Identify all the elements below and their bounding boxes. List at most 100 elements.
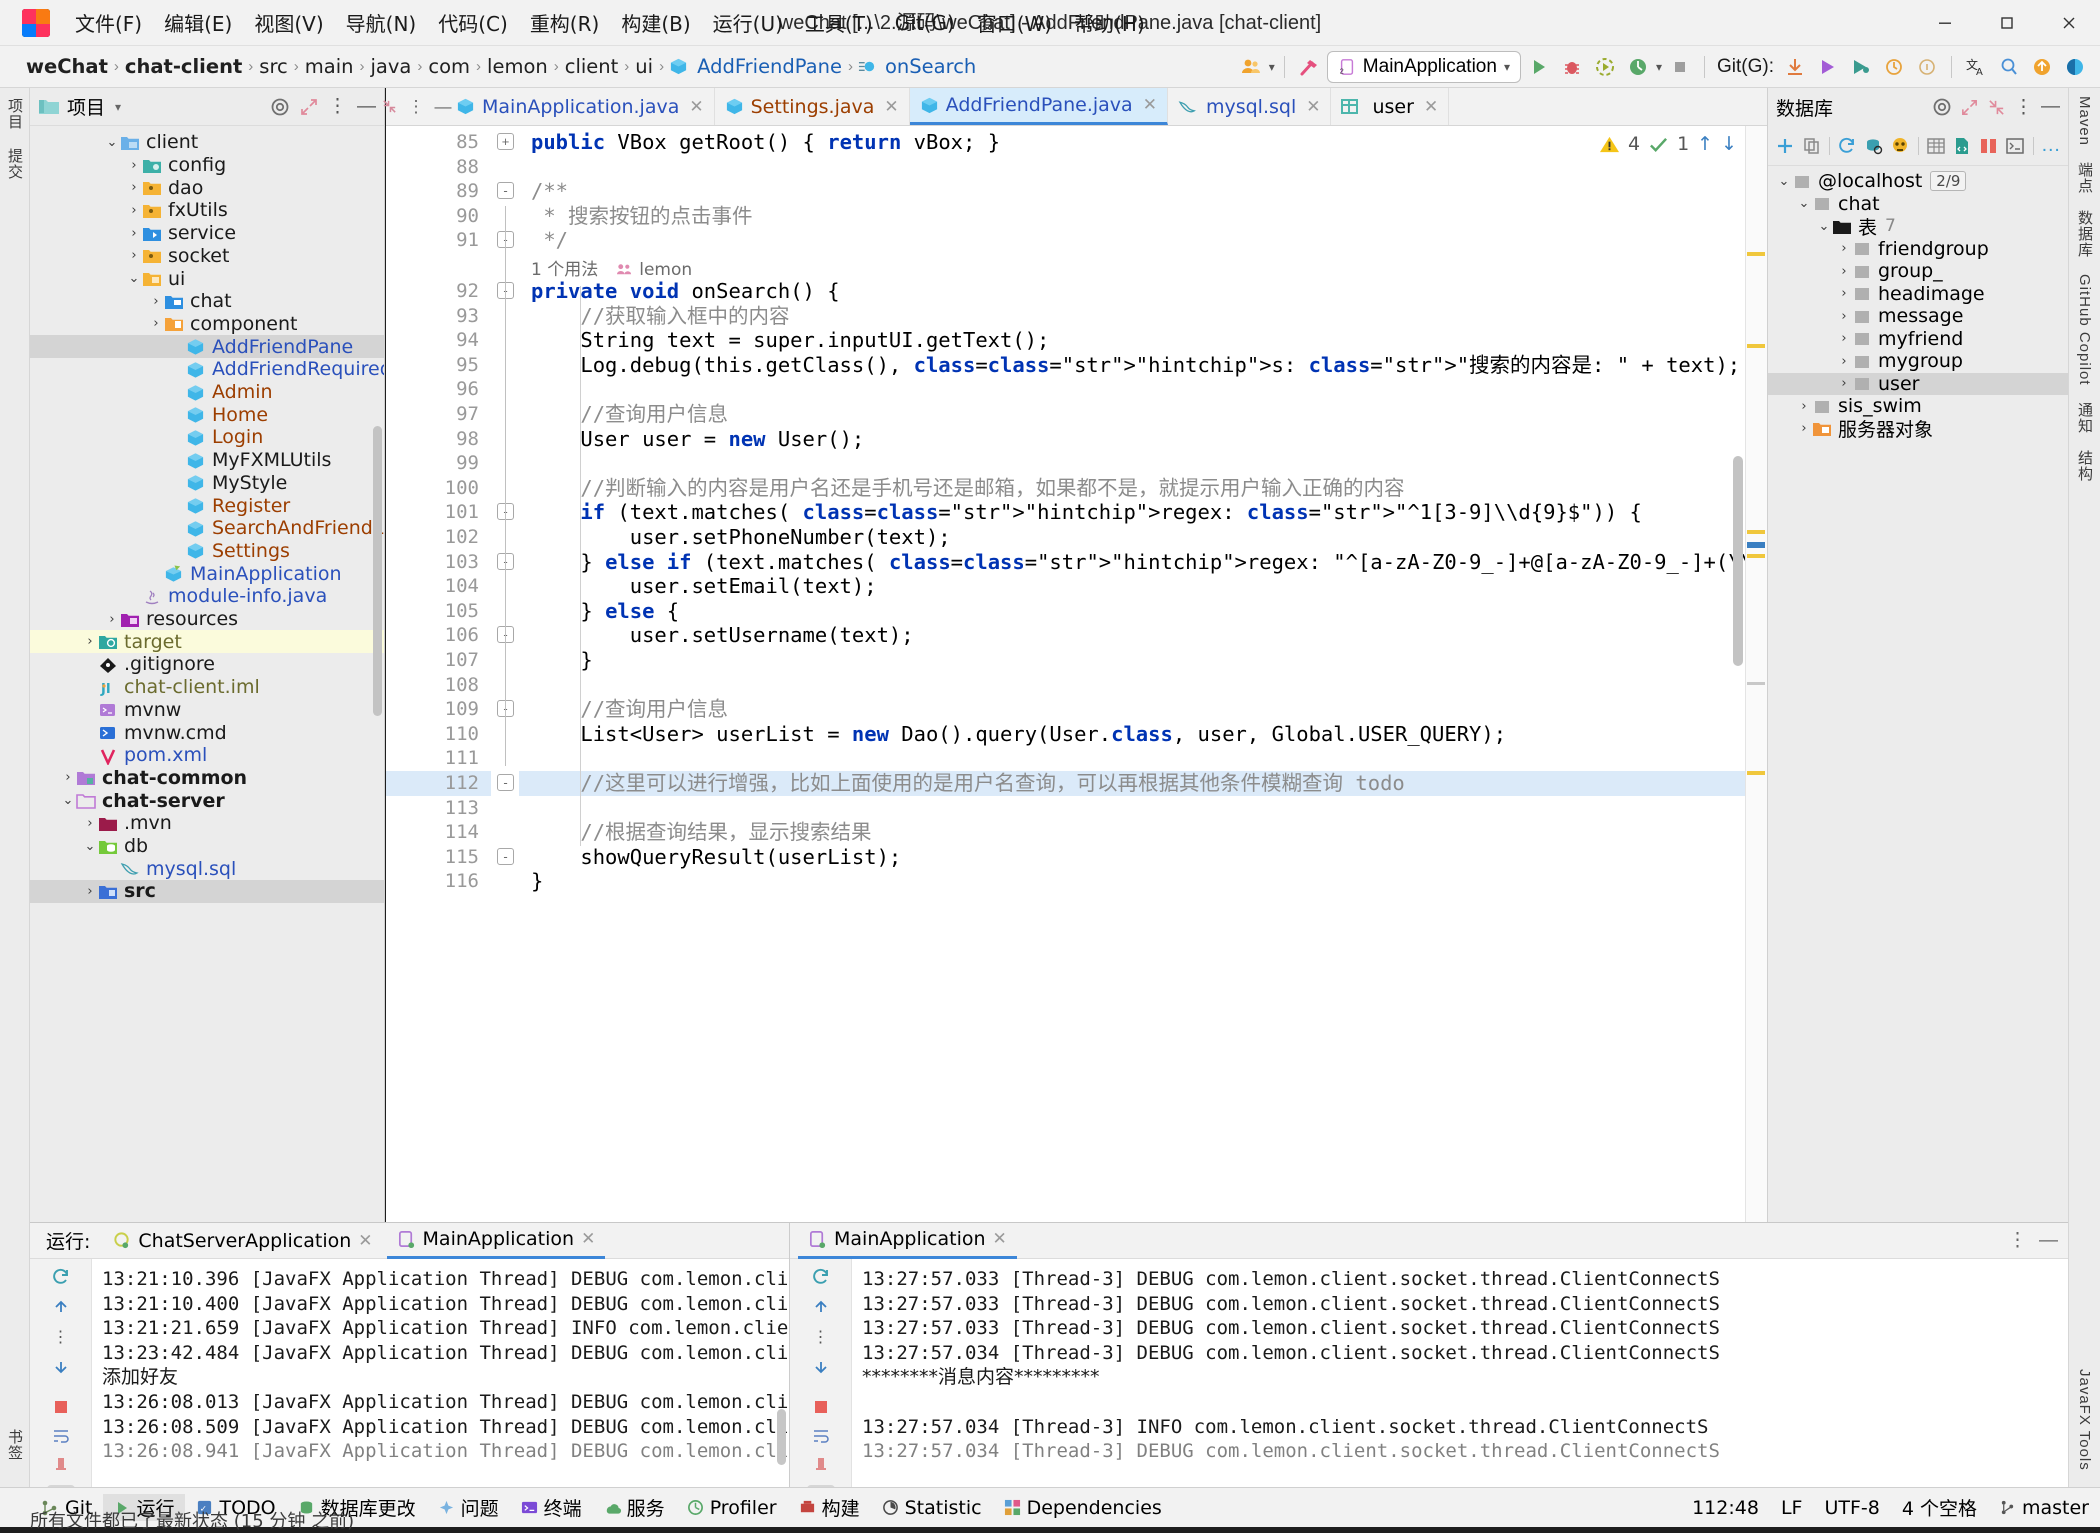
stop-icon[interactable]	[47, 1398, 75, 1416]
maximize-button[interactable]	[1976, 0, 2038, 46]
menu-file[interactable]: 文件(F)	[64, 4, 153, 41]
avatar-icon[interactable]	[1236, 52, 1266, 82]
code-line[interactable]: user.setEmail(text);	[531, 574, 877, 599]
tab-settings[interactable]: Settings.java ✕	[715, 88, 910, 125]
project-tree-item-ui[interactable]: ⌄ui	[30, 267, 384, 290]
breadcrumb-method[interactable]: onSearch	[881, 55, 980, 78]
code-line[interactable]: //判断输入的内容是用户名还是手机号还是邮箱，如果都不是，就提示用户输入正确的内…	[531, 476, 1405, 501]
close-icon[interactable]: ✕	[1143, 95, 1157, 115]
status-build[interactable]: 构建	[788, 1494, 871, 1521]
tab-addfriendpane[interactable]: AddFriendPane.java ✕	[910, 88, 1168, 125]
project-tree-item-socket[interactable]: ›socket	[30, 245, 384, 268]
project-tree-item-dao[interactable]: ›dao	[30, 176, 384, 199]
collapse-icon[interactable]	[1987, 98, 2006, 117]
diagram-icon[interactable]	[1978, 133, 2001, 159]
code-folding-column[interactable]: +---------	[491, 126, 519, 1262]
options-icon[interactable]: ⋮	[2014, 96, 2033, 119]
git-push-icon[interactable]	[1813, 52, 1843, 82]
status-statistic[interactable]: Statistic	[871, 1497, 993, 1519]
db-tree-item-myfriend[interactable]: ›myfriend	[1768, 328, 2068, 351]
prev-problem-icon[interactable]: ↑	[1697, 133, 1713, 155]
code-line[interactable]: String text = super.inputUI.getText();	[531, 328, 1049, 353]
project-tree-item-login[interactable]: Login	[30, 426, 384, 449]
expand-icon[interactable]	[299, 97, 319, 117]
code-line[interactable]: List<User> userList = new Dao().query(Us…	[531, 722, 1506, 747]
status-encoding[interactable]: UTF-8	[1813, 1497, 1890, 1519]
project-tree-item-config[interactable]: ›config	[30, 154, 384, 177]
close-icon[interactable]: ✕	[1306, 97, 1320, 117]
tab-mainapplication[interactable]: MainApplication.java ✕	[446, 88, 715, 125]
run-tab-mainapplication-2[interactable]: MainApplication ✕	[798, 1223, 1017, 1259]
ellipsis-icon[interactable]: ⋮	[47, 1327, 75, 1347]
main-toolbar[interactable]: ▾ 2 MainApplication ▾ ▾ Git(G):	[1236, 51, 2100, 83]
db-tree-item--[interactable]: ⌄表7	[1768, 215, 2068, 238]
menu-window[interactable]: 窗口(W)	[966, 4, 1063, 41]
menu-edit[interactable]: 编辑(E)	[153, 4, 243, 41]
rail-item-javafx-tools[interactable]: JavaFX Tools	[2076, 1369, 2093, 1471]
rail-item-endpoints[interactable]: 端点	[2074, 162, 2095, 194]
close-icon[interactable]: ✕	[1424, 97, 1438, 117]
run-action-rail-left[interactable]: ⋮	[30, 1259, 92, 1487]
code-line[interactable]: */	[531, 228, 568, 253]
project-tree-item-pom-xml[interactable]: pom.xml	[30, 744, 384, 767]
chevron-right-icon[interactable]: ›	[126, 180, 142, 195]
rail-item-notifications[interactable]: 通知	[2074, 402, 2095, 434]
expand-icon[interactable]	[1960, 98, 1979, 117]
db-tree-item-mygroup[interactable]: ›mygroup	[1768, 350, 2068, 373]
project-tree-item-addfriendrequireddialo[interactable]: AddFriendRequiredDialo	[30, 358, 384, 381]
db-tree-item-message[interactable]: ›message	[1768, 305, 2068, 328]
project-tree-item-admin[interactable]: Admin	[30, 381, 384, 404]
console-output-left[interactable]: 13:21:10.396 [JavaFX Application Thread]…	[92, 1259, 789, 1487]
git-history-icon[interactable]	[1879, 52, 1909, 82]
project-tree-item-chat-common[interactable]: ›chat-common	[30, 767, 384, 790]
status-position[interactable]: 112:48	[1681, 1497, 1770, 1519]
run-tab-chatserverapplication[interactable]: ChatServerApplication ✕	[102, 1223, 382, 1259]
project-tree-item-module-info-java[interactable]: module-info.java	[30, 585, 384, 608]
chevron-right-icon[interactable]: ›	[1836, 376, 1852, 391]
editor-marker-strip[interactable]	[1745, 126, 1767, 1262]
wrap-text-icon[interactable]	[47, 1427, 75, 1445]
chevron-down-icon[interactable]: ⌄	[1776, 174, 1792, 189]
code-line[interactable]: //根据查询结果，显示搜索结果	[531, 820, 872, 845]
rail-item-structure[interactable]: 结构	[2074, 450, 2095, 482]
up-icon[interactable]	[807, 1298, 835, 1316]
rail-item-commit[interactable]: 提交	[4, 148, 25, 180]
project-tree-item-chat[interactable]: ›chat	[30, 290, 384, 313]
code-text-area[interactable]: public VBox getRoot() { return vBox; }/*…	[519, 126, 1767, 1262]
code-line[interactable]: if (text.matches( class=class="str">"hin…	[531, 500, 1642, 525]
db-tree-item--localhost[interactable]: ⌄@localhost2/9	[1768, 170, 2068, 193]
chevron-right-icon[interactable]: ›	[1836, 241, 1852, 256]
project-tree-item-register[interactable]: Register	[30, 494, 384, 517]
breadcrumb-com[interactable]: com	[424, 55, 474, 78]
status-terminal[interactable]: 终端	[510, 1494, 593, 1521]
chevron-right-icon[interactable]: ›	[126, 203, 142, 218]
thread-dump-icon[interactable]	[47, 1456, 75, 1474]
run-with-coverage-icon[interactable]	[1590, 52, 1620, 82]
code-line[interactable]: /**	[531, 179, 568, 204]
project-tree-item-mysql-sql[interactable]: mysql.sql	[30, 857, 384, 880]
close-icon[interactable]: ✕	[358, 1231, 372, 1251]
project-tree-item-mainapplication[interactable]: MainApplication	[30, 562, 384, 585]
console-output-right[interactable]: 13:27:57.033 [Thread-3] DEBUG com.lemon.…	[852, 1259, 2068, 1487]
project-tree-item-db[interactable]: ⌄db	[30, 835, 384, 858]
left-tool-rail[interactable]: 项目 提交 书签	[0, 88, 30, 1487]
breadcrumb-class[interactable]: AddFriendPane	[693, 55, 846, 78]
wrap-text-icon[interactable]	[807, 1427, 835, 1445]
rail-item-project[interactable]: 项目	[4, 98, 25, 130]
code-line[interactable]: } else {	[531, 599, 679, 624]
search-everywhere-icon[interactable]	[1994, 52, 2024, 82]
editor-tab-actions[interactable]: ⋮ —	[386, 88, 446, 125]
translate-icon[interactable]: 文A	[1961, 52, 1991, 82]
stop-icon[interactable]	[1665, 52, 1695, 82]
chevron-right-icon[interactable]: ›	[1836, 309, 1852, 324]
build-hammer-icon[interactable]	[1294, 52, 1324, 82]
project-tree-item-myfxmlutils[interactable]: MyFXMLUtils	[30, 449, 384, 472]
project-tree-item-component[interactable]: ›component	[30, 313, 384, 336]
fold-marker[interactable]: -	[497, 848, 514, 865]
rerun-icon[interactable]	[807, 1267, 835, 1287]
run-configuration-selector[interactable]: 2 MainApplication ▾	[1327, 51, 1521, 83]
tab-mysql-sql[interactable]: mysql.sql ✕	[1168, 88, 1332, 125]
down-icon[interactable]	[47, 1358, 75, 1376]
chevron-right-icon[interactable]: ›	[104, 612, 120, 627]
close-icon[interactable]: ✕	[689, 97, 703, 117]
